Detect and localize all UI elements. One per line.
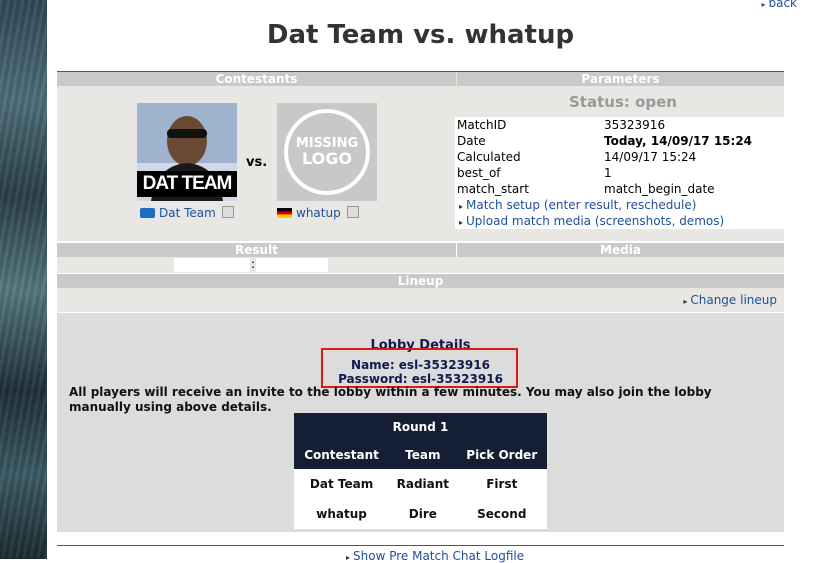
column-header: Contestant <box>294 441 390 469</box>
team2-link[interactable]: whatup <box>277 206 359 220</box>
param-key: best_of <box>457 166 501 180</box>
world-flag-icon <box>140 208 155 218</box>
team2-logo-text: MISSING LOGO <box>277 136 377 168</box>
lineup-header: Lineup <box>57 274 784 288</box>
team2-logo-line2: LOGO <box>302 149 352 168</box>
param-key: match_start <box>457 182 529 196</box>
team1-logo-text: DAT TEAM <box>142 173 233 194</box>
column-header: Pick Order <box>456 441 547 469</box>
param-value: Today, 14/09/17 15:24 <box>604 134 753 148</box>
match-status: Status: open <box>569 93 677 111</box>
arrow-right-icon: ▸ <box>459 218 464 227</box>
team2-name: whatup <box>296 206 341 220</box>
table-cell: Dire <box>389 499 457 529</box>
param-key: Calculated <box>457 150 521 164</box>
background-artwork <box>0 0 47 559</box>
chat-logfile-label: Show Pre Match Chat Logfile <box>353 549 525 563</box>
team1-link[interactable]: Dat Team <box>140 206 234 220</box>
param-row: MatchID 35323916 <box>455 117 784 133</box>
upload-media-label: Upload match media (screenshots, demos) <box>466 214 725 228</box>
calendar-icon[interactable] <box>346 206 359 218</box>
parameters-header: Parameters <box>457 72 784 86</box>
result-header: Result <box>57 243 456 257</box>
table-cell: Dat Team <box>294 469 390 499</box>
param-row: best_of 1 <box>455 165 784 181</box>
table-row: whatup Dire Second <box>294 499 547 529</box>
param-row: match_start match_begin_date <box>455 181 784 197</box>
change-lineup-label: Change lineup <box>690 293 777 307</box>
versus-label: vs. <box>246 155 268 170</box>
upload-media-link[interactable]: ▸ Upload match media (screenshots, demos) <box>455 213 784 229</box>
round-table: Round 1 Contestant Team Pick Order Dat T… <box>294 413 547 529</box>
parameters-table: MatchID 35323916 Date Today, 14/09/17 15:2… <box>455 117 784 229</box>
page-title: Dat Team vs. whatup <box>266 20 575 50</box>
match-setup-link[interactable]: ▸ Match setup (enter result, reschedule) <box>455 197 784 213</box>
team1-name: Dat Team <box>159 206 216 220</box>
arrow-right-icon: ▸ <box>346 553 351 562</box>
param-value: 1 <box>604 166 612 180</box>
media-header: Media <box>457 243 784 257</box>
divider <box>57 545 784 546</box>
param-row: Date Today, 14/09/17 15:24 <box>455 133 784 149</box>
back-link[interactable]: ▸ back <box>761 0 797 10</box>
lobby-details-panel: Lobby Details Name: esl-35323916 Passwor… <box>57 313 784 532</box>
back-label: back <box>768 0 797 10</box>
param-key: MatchID <box>457 118 507 132</box>
param-value: 14/09/17 15:24 <box>604 150 697 164</box>
match-setup-label: Match setup (enter result, reschedule) <box>466 198 697 212</box>
column-header: Team <box>389 441 457 469</box>
team2-logo[interactable]: MISSING LOGO <box>277 103 377 201</box>
calendar-icon[interactable] <box>221 206 234 218</box>
lobby-note: All players will receive an invite to th… <box>69 385 712 414</box>
param-key: Date <box>457 134 486 148</box>
table-cell: whatup <box>294 499 390 529</box>
param-row: Calculated 14/09/17 15:24 <box>455 149 784 165</box>
arrow-right-icon: ▸ <box>761 0 766 9</box>
result-score-1 <box>174 258 250 272</box>
param-value: 35323916 <box>604 118 666 132</box>
lineup-row <box>57 288 784 312</box>
arrow-right-icon: ▸ <box>683 297 688 306</box>
result-row <box>57 257 784 273</box>
arrow-right-icon: ▸ <box>459 202 464 211</box>
team1-logo[interactable]: DAT TEAM <box>137 103 237 201</box>
table-cell: Radiant <box>389 469 457 499</box>
change-lineup-link[interactable]: ▸ Change lineup <box>683 293 777 307</box>
chat-logfile-link[interactable]: ▸ Show Pre Match Chat Logfile <box>346 549 524 563</box>
table-row: Dat Team Radiant First <box>294 469 547 499</box>
result-score-2 <box>256 258 328 272</box>
param-value: match_begin_date <box>604 182 715 196</box>
table-cell: First <box>456 469 547 499</box>
highlight-box <box>321 348 518 388</box>
germany-flag-icon <box>277 208 292 218</box>
table-cell: Second <box>456 499 547 529</box>
contestants-header: Contestants <box>57 72 456 86</box>
round-caption: Round 1 <box>294 413 547 441</box>
